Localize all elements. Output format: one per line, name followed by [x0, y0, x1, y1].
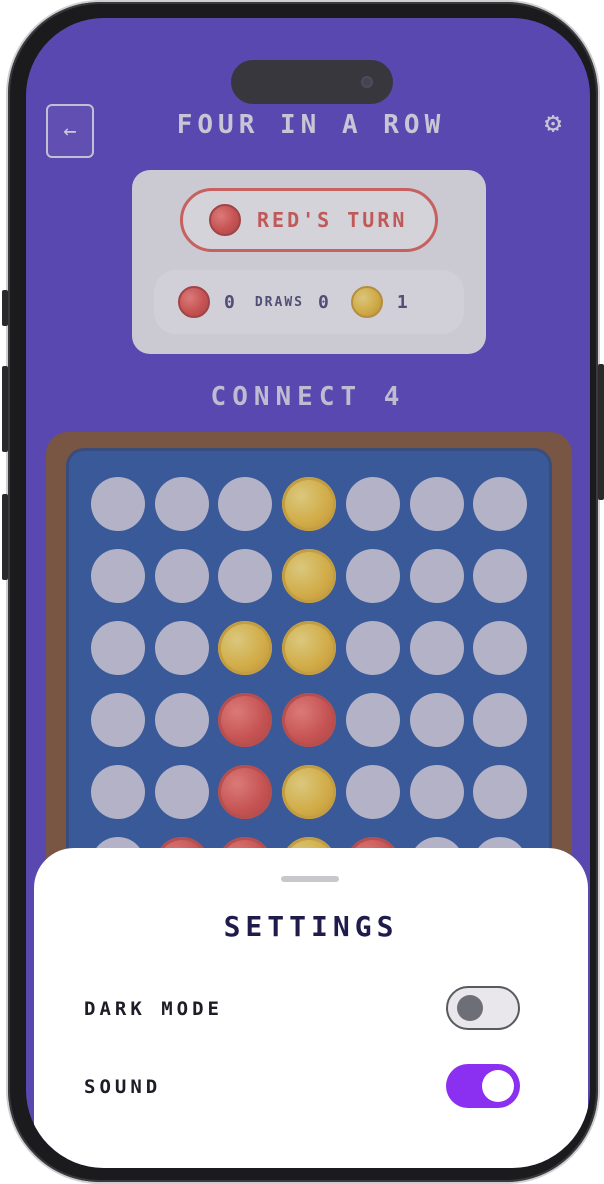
- volume-down-button: [2, 494, 8, 580]
- sheet-handle[interactable]: [281, 876, 339, 882]
- toggle-knob: [457, 995, 483, 1021]
- settings-sheet: SETTINGS DARK MODE SOUND: [34, 848, 588, 1168]
- toggle-knob: [482, 1070, 514, 1102]
- silent-switch: [2, 290, 8, 326]
- dark-mode-label: DARK MODE: [84, 998, 223, 1020]
- screen: ← FOUR IN A ROW ⚙ RED'S TURN 0 DRAWS 0 1…: [26, 18, 590, 1168]
- sound-label: SOUND: [84, 1076, 162, 1098]
- phone-frame: ← FOUR IN A ROW ⚙ RED'S TURN 0 DRAWS 0 1…: [2, 2, 604, 1182]
- settings-title: SETTINGS: [223, 910, 399, 943]
- volume-up-button: [2, 366, 8, 452]
- dark-mode-toggle[interactable]: [446, 986, 520, 1030]
- power-button: [598, 364, 604, 500]
- sound-toggle[interactable]: [446, 1064, 520, 1108]
